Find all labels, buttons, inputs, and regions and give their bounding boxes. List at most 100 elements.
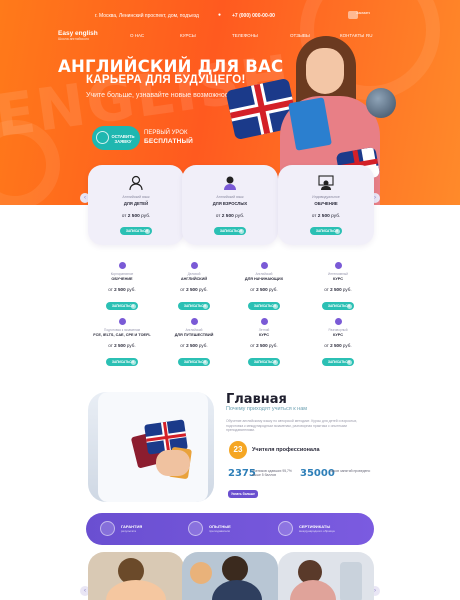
course-title: ДЛЯ ВЗРОСЛЫХ <box>212 201 248 206</box>
stat-hours-text: часов занятий проведено <box>330 469 371 473</box>
location-pin-icon <box>335 318 342 325</box>
logo-tagline: Школа английского <box>58 37 90 41</box>
course-price: от 2 500 руб. <box>108 343 136 348</box>
teachers-count-badge: 23 <box>229 441 247 459</box>
course-price: от 2 500 руб. <box>250 287 278 292</box>
enroll-button[interactable]: ЗАПИСАТЬСЯ <box>106 358 138 366</box>
course-category: Английский язык <box>216 195 244 199</box>
course-title: ОБУЧЕНИЕ <box>314 201 338 206</box>
course-title: АНГЛИЙСКИЙ <box>180 277 208 281</box>
course-category: Английский <box>255 272 273 276</box>
address-text: г. Москва, Ленинский проспект, дом, подъ… <box>95 13 199 19</box>
kids-icon <box>129 175 143 191</box>
enroll-button[interactable]: ЗАПИСАТЬСЯ <box>248 302 280 310</box>
leave-request-button[interactable]: ОСТАВИТЬ ЗАЯВКУ <box>92 126 140 150</box>
course-card-adults[interactable]: Английский язык ДЛЯ ВЗРОСЛЫХ от 2 500 ру… <box>182 165 278 245</box>
teacher-icon <box>318 175 334 190</box>
enroll-button[interactable]: ЗАПИСАТЬСЯ <box>178 358 210 366</box>
teacher-photo[interactable] <box>278 552 374 600</box>
course-title: ДЛЯ ДЕТЕЙ <box>123 201 149 206</box>
first-lesson-note: ПЕРВЫЙ УРОК БЕСПЛАТНЫЙ <box>144 130 193 146</box>
logo-name: Easy english <box>58 30 98 37</box>
about-photo <box>88 392 214 502</box>
course-price: от 2 500 руб. <box>215 214 245 219</box>
course-category: Английский язык <box>122 195 150 199</box>
whatsapp-icon[interactable]: ● <box>218 12 221 18</box>
course-item[interactable]: Летний КУРС от 2 500 руб. ЗАПИСАТЬСЯ <box>234 318 294 368</box>
enroll-button[interactable]: ЗАПИСАТЬСЯ <box>178 302 210 310</box>
course-category: Разговорный <box>328 328 348 332</box>
location-pin-icon <box>119 318 126 325</box>
course-category: Подготовка к экзаменам <box>104 328 140 332</box>
course-title: КУРС <box>333 333 343 337</box>
top-bar: г. Москва, Ленинский проспект, дом, подъ… <box>0 8 460 24</box>
globe-icon <box>366 88 396 118</box>
teacher-photo[interactable] <box>88 552 184 600</box>
course-item[interactable]: Разговорный КУРС от 2 500 руб. ЗАПИСАТЬС… <box>308 318 368 368</box>
course-title: ДЛЯ НАЧИНАЮЩИХ <box>244 277 284 281</box>
logo[interactable]: Easy english Школа английского <box>58 30 98 41</box>
adult-icon <box>224 176 236 190</box>
teacher-icon <box>188 521 203 536</box>
enroll-button[interactable]: ЗАПИСАТЬСЯ <box>310 227 342 235</box>
course-item[interactable]: Корпоративное ОБУЧЕНИЕ от 2 500 руб. ЗАП… <box>92 262 152 312</box>
course-item[interactable]: Английский ДЛЯ НАЧИНАЮЩИХ от 2 500 руб. … <box>234 262 294 312</box>
callback-button[interactable]: Заказать звонок <box>356 11 370 19</box>
course-title: ОБУЧЕНИЕ <box>111 277 133 281</box>
location-pin-icon <box>119 262 126 269</box>
course-price: от 2 500 руб. <box>108 287 136 292</box>
enroll-button[interactable]: ЗАПИСАТЬСЯ <box>214 227 246 235</box>
nav-item-courses[interactable]: КУРСЫ <box>180 33 196 38</box>
course-price: от 2 500 руб. <box>180 287 208 292</box>
about-text: Обучение английскому языку по авторской … <box>226 419 358 433</box>
nav-item-about[interactable]: О НАС <box>130 33 144 38</box>
enroll-button[interactable]: ЗАПИСАТЬСЯ <box>322 302 354 310</box>
course-category: Летний <box>258 328 270 332</box>
course-category: Индивидуальное <box>312 195 340 199</box>
headset-icon <box>96 131 109 144</box>
location-pin-icon <box>191 262 198 269</box>
course-category: Интенсивный <box>328 272 348 276</box>
shield-icon <box>100 521 115 536</box>
course-title: FCE, IELTS, CAE, CPE И TOEFL <box>93 333 151 337</box>
about-subtitle: Почему приходят учиться к нам <box>226 406 308 412</box>
stat-students-text: Учеников сдавших 95,7% выше 5 баллов <box>252 469 292 478</box>
first-lesson-line1: ПЕРВЫЙ УРОК <box>144 130 188 136</box>
course-item[interactable]: Деловой АНГЛИЙСКИЙ от 2 500 руб. ЗАПИСАТ… <box>164 262 224 312</box>
course-title: ДЛЯ ПУТЕШЕСТВИЙ <box>174 333 214 337</box>
first-lesson-line2: БЕСПЛАТНЫЙ <box>144 137 194 145</box>
course-category: Английский <box>185 328 203 332</box>
enroll-button[interactable]: ЗАПИСАТЬСЯ <box>248 358 280 366</box>
course-item[interactable]: Подготовка к экзаменам FCE, IELTS, CAE, … <box>92 318 152 368</box>
phone-number[interactable]: +7 (000) 000-00-00 <box>232 13 275 19</box>
course-price: от 2 500 руб. <box>324 343 352 348</box>
course-price: от 2 500 руб. <box>180 343 208 348</box>
course-category: Корпоративное <box>110 272 134 276</box>
course-price: от 2 500 руб. <box>121 214 151 219</box>
course-item[interactable]: Английский ДЛЯ ПУТЕШЕСТВИЙ от 2 500 руб.… <box>164 318 224 368</box>
course-card-individual[interactable]: Индивидуальное ОБУЧЕНИЕ от 2 500 руб. ЗА… <box>278 165 374 245</box>
enroll-button[interactable]: ЗАПИСАТЬСЯ <box>106 302 138 310</box>
graduation-cap-icon <box>278 521 293 536</box>
teachers-label: Учителя профессионала <box>252 447 320 453</box>
location-pin-icon <box>335 262 342 269</box>
course-item[interactable]: Интенсивный КУРС от 2 500 руб. ЗАПИСАТЬС… <box>308 262 368 312</box>
hero-subtitle: КАРЬЕРА ДЛЯ БУДУЩЕГО! <box>86 74 246 86</box>
course-price: от 2 500 руб. <box>311 214 341 219</box>
learn-more-button[interactable]: Узнать больше <box>228 490 258 498</box>
location-pin-icon <box>191 318 198 325</box>
nav-item-phones[interactable]: ТЕЛЕФОНЫ <box>232 33 258 38</box>
enroll-button[interactable]: ЗАПИСАТЬСЯ <box>120 227 152 235</box>
course-title: КУРС <box>333 277 343 281</box>
feature-subtitle: результата <box>121 529 137 533</box>
about-title: Главная <box>226 392 287 407</box>
feature-subtitle: международного образца <box>299 529 335 533</box>
teacher-photo[interactable] <box>182 552 278 600</box>
location-pin-icon <box>261 262 268 269</box>
enroll-button[interactable]: ЗАПИСАТЬСЯ <box>322 358 354 366</box>
course-price: от 2 500 руб. <box>324 287 352 292</box>
feature-subtitle: преподаватели <box>209 529 231 533</box>
course-title: КУРС <box>259 333 269 337</box>
course-card-kids[interactable]: Английский язык ДЛЯ ДЕТЕЙ от 2 500 руб. … <box>88 165 184 245</box>
features-band: ГАРАНТИЯ результата ОПЫТНЫЕ преподавател… <box>86 513 374 545</box>
